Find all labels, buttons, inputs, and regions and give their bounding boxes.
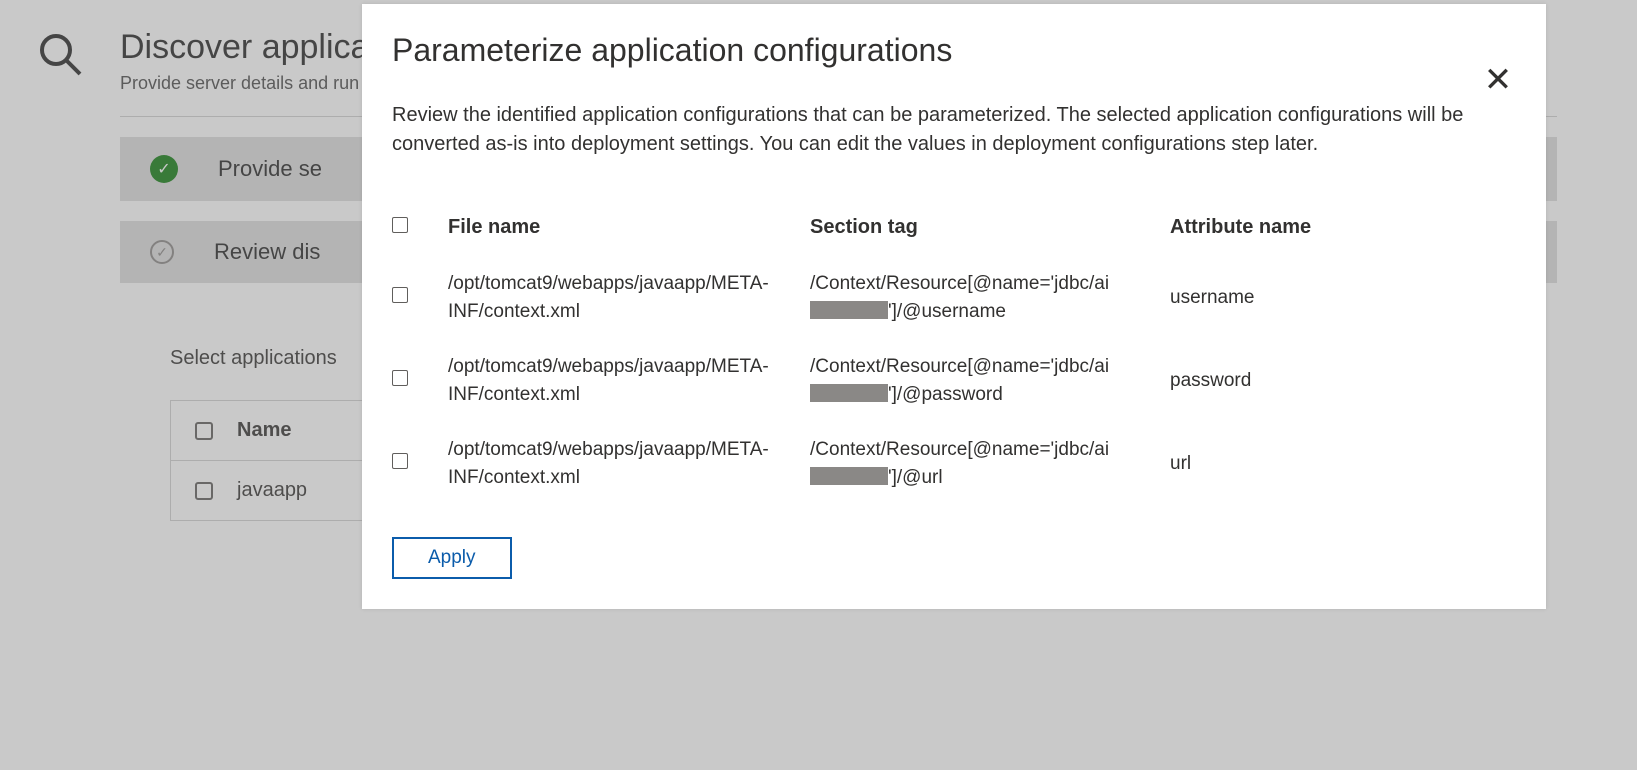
select-all-checkbox[interactable] [392,217,408,233]
file-name-header: File name [448,213,810,242]
file-name-cell: /opt/tomcat9/webapps/javaapp/META-INF/co… [448,436,810,491]
config-row: /opt/tomcat9/webapps/javaapp/META-INF/co… [392,353,1516,408]
apply-button[interactable]: Apply [392,537,512,579]
section-tag-header: Section tag [810,213,1170,242]
attribute-name-cell: url [1170,450,1470,478]
config-row: /opt/tomcat9/webapps/javaapp/META-INF/co… [392,270,1516,325]
config-table: File name Section tag Attribute name /op… [392,213,1516,491]
row-checkbox[interactable] [392,453,408,469]
parameterize-modal: Parameterize application configurations … [362,4,1546,609]
section-tag-cell: /Context/Resource[@name='jdbc/ai']/@pass… [810,353,1170,408]
file-name-cell: /opt/tomcat9/webapps/javaapp/META-INF/co… [448,353,810,408]
attribute-name-cell: username [1170,284,1470,312]
section-tag-cell: /Context/Resource[@name='jdbc/ai']/@user… [810,270,1170,325]
redacted-block [810,384,888,402]
config-table-header: File name Section tag Attribute name [392,213,1516,242]
modal-title: Parameterize application configurations [392,32,1516,69]
attribute-name-header: Attribute name [1170,213,1470,242]
section-tag-cell: /Context/Resource[@name='jdbc/ai']/@url [810,436,1170,491]
redacted-block [810,467,888,485]
config-row: /opt/tomcat9/webapps/javaapp/META-INF/co… [392,436,1516,491]
modal-description: Review the identified application config… [392,101,1482,159]
row-checkbox[interactable] [392,287,408,303]
attribute-name-cell: password [1170,367,1470,395]
row-checkbox[interactable] [392,370,408,386]
close-icon[interactable]: ✕ [1480,62,1516,98]
file-name-cell: /opt/tomcat9/webapps/javaapp/META-INF/co… [448,270,810,325]
redacted-block [810,301,888,319]
